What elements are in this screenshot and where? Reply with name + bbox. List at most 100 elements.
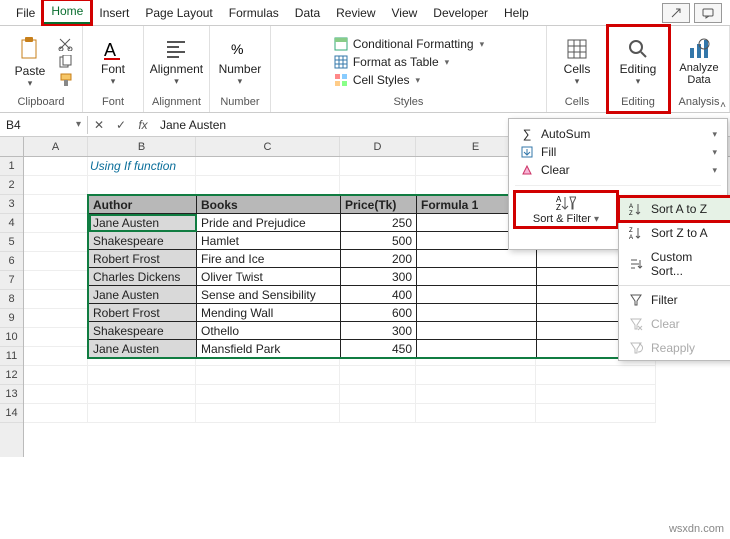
table-cell[interactable]: 200 bbox=[341, 250, 417, 268]
row-header-9[interactable]: 9 bbox=[0, 309, 23, 328]
row-header-7[interactable]: 7 bbox=[0, 271, 23, 290]
tab-home[interactable]: Home bbox=[43, 0, 91, 25]
enter-formula-button[interactable]: ✓ bbox=[110, 118, 132, 132]
row-header-12[interactable]: 12 bbox=[0, 366, 23, 385]
table-header[interactable]: Author bbox=[89, 196, 197, 214]
tab-insert[interactable]: Insert bbox=[91, 2, 137, 24]
table-cell[interactable] bbox=[417, 304, 537, 322]
tab-view[interactable]: View bbox=[384, 2, 426, 24]
number-icon: % bbox=[229, 38, 251, 60]
table-row[interactable]: Charles DickensOliver Twist300 bbox=[89, 268, 657, 286]
fill-button[interactable]: Fill▾ bbox=[515, 143, 721, 161]
table-row[interactable]: Robert FrostMending Wall600 bbox=[89, 304, 657, 322]
filter-item[interactable]: Filter bbox=[619, 288, 730, 312]
table-cell[interactable]: 500 bbox=[341, 232, 417, 250]
tab-formulas[interactable]: Formulas bbox=[221, 2, 287, 24]
row-header-2[interactable]: 2 bbox=[0, 176, 23, 195]
table-cell[interactable]: Othello bbox=[197, 322, 341, 340]
comments-button[interactable] bbox=[694, 3, 722, 23]
copy-icon[interactable] bbox=[58, 55, 74, 69]
table-row[interactable]: Robert FrostFire and Ice200 bbox=[89, 250, 657, 268]
conditional-formatting-button[interactable]: Conditional Formatting▾ bbox=[333, 36, 484, 52]
share-button[interactable] bbox=[662, 3, 690, 23]
table-cell[interactable]: Hamlet bbox=[197, 232, 341, 250]
clear-button[interactable]: Clear▾ bbox=[515, 161, 721, 179]
custom-sort-item[interactable]: Custom Sort... bbox=[619, 245, 730, 283]
table-cell[interactable]: Jane Austen bbox=[89, 286, 197, 304]
table-cell[interactable]: 300 bbox=[341, 268, 417, 286]
table-cell[interactable]: 400 bbox=[341, 286, 417, 304]
sort-filter-button[interactable]: AZ Sort & Filter ▾ bbox=[515, 192, 617, 227]
row-header-13[interactable]: 13 bbox=[0, 385, 23, 404]
cut-icon[interactable] bbox=[58, 37, 74, 51]
tab-review[interactable]: Review bbox=[328, 2, 383, 24]
sort-a-to-z-item[interactable]: AZSort A to Z bbox=[619, 197, 730, 221]
tab-page-layout[interactable]: Page Layout bbox=[137, 2, 220, 24]
table-cell[interactable]: Robert Frost bbox=[89, 304, 197, 322]
table-cell[interactable]: Jane Austen bbox=[89, 340, 197, 358]
tab-developer[interactable]: Developer bbox=[425, 2, 496, 24]
cell-styles-button[interactable]: Cell Styles▾ bbox=[333, 72, 420, 88]
table-row[interactable]: Jane AustenSense and Sensibility400 bbox=[89, 286, 657, 304]
table-cell[interactable]: Jane Austen bbox=[89, 214, 197, 232]
table-cell[interactable]: Shakespeare bbox=[89, 232, 197, 250]
select-all-corner[interactable] bbox=[0, 137, 23, 157]
tab-help[interactable]: Help bbox=[496, 2, 537, 24]
watermark: wsxdn.com bbox=[669, 523, 724, 535]
table-cell[interactable] bbox=[417, 250, 537, 268]
format-as-table-button[interactable]: Format as Table▾ bbox=[333, 54, 449, 70]
table-cell[interactable]: Mending Wall bbox=[197, 304, 341, 322]
collapse-ribbon-button[interactable]: ˄ bbox=[720, 100, 726, 111]
row-header-5[interactable]: 5 bbox=[0, 233, 23, 252]
table-cell[interactable]: Fire and Ice bbox=[197, 250, 341, 268]
editing-button[interactable]: Editing bbox=[616, 32, 660, 92]
row-header-6[interactable]: 6 bbox=[0, 252, 23, 271]
row-header-3[interactable]: 3 bbox=[0, 195, 23, 214]
tab-data[interactable]: Data bbox=[287, 2, 328, 24]
table-cell[interactable]: Mansfield Park bbox=[197, 340, 341, 358]
table-cell[interactable]: Charles Dickens bbox=[89, 268, 197, 286]
table-cell[interactable] bbox=[417, 322, 537, 340]
table-header[interactable]: Price(Tk) bbox=[341, 196, 417, 214]
table-cell[interactable]: 300 bbox=[341, 322, 417, 340]
fx-icon[interactable]: fx bbox=[132, 118, 154, 132]
analyze-data-button[interactable]: Analyze Data bbox=[677, 32, 721, 92]
paste-button[interactable]: Paste bbox=[8, 32, 52, 92]
number-button[interactable]: % Number bbox=[218, 32, 262, 92]
table-row[interactable]: Jane AustenMansfield Park450 bbox=[89, 340, 657, 358]
column-header-C[interactable]: C bbox=[196, 137, 340, 156]
sort-az-icon: AZ bbox=[629, 202, 643, 216]
autosum-button[interactable]: ∑AutoSum▾ bbox=[515, 125, 721, 143]
row-header-8[interactable]: 8 bbox=[0, 290, 23, 309]
table-cell[interactable]: 450 bbox=[341, 340, 417, 358]
table-cell[interactable] bbox=[417, 268, 537, 286]
column-header-D[interactable]: D bbox=[340, 137, 416, 156]
table-header[interactable]: Books bbox=[197, 196, 341, 214]
row-header-14[interactable]: 14 bbox=[0, 404, 23, 423]
column-header-A[interactable]: A bbox=[24, 137, 88, 156]
row-header-4[interactable]: 4 bbox=[0, 214, 23, 233]
cells-button[interactable]: Cells bbox=[555, 32, 599, 92]
table-row[interactable]: ShakespeareOthello300 bbox=[89, 322, 657, 340]
row-header-10[interactable]: 10 bbox=[0, 328, 23, 347]
row-header-11[interactable]: 11 bbox=[0, 347, 23, 366]
table-cell[interactable]: 250 bbox=[341, 214, 417, 232]
tab-file[interactable]: File bbox=[8, 2, 43, 24]
table-cell[interactable] bbox=[417, 340, 537, 358]
alignment-button[interactable]: Alignment bbox=[154, 32, 198, 92]
table-cell[interactable]: Sense and Sensibility bbox=[197, 286, 341, 304]
sort-z-to-a-item[interactable]: ZASort Z to A bbox=[619, 221, 730, 245]
font-button[interactable]: A Font bbox=[91, 32, 135, 92]
table-cell[interactable]: Oliver Twist bbox=[197, 268, 341, 286]
name-box[interactable]: B4▾ bbox=[0, 116, 88, 134]
format-painter-icon[interactable] bbox=[58, 73, 74, 87]
table-cell[interactable]: Robert Frost bbox=[89, 250, 197, 268]
table-cell[interactable]: 600 bbox=[341, 304, 417, 322]
table-cell[interactable] bbox=[417, 286, 537, 304]
row-header-1[interactable]: 1 bbox=[0, 157, 23, 176]
table-cell[interactable]: Pride and Prejudice bbox=[197, 214, 341, 232]
column-header-B[interactable]: B bbox=[88, 137, 196, 156]
table-cell[interactable]: Shakespeare bbox=[89, 322, 197, 340]
cancel-formula-button[interactable]: ✕ bbox=[88, 118, 110, 132]
svg-text:Z: Z bbox=[629, 228, 633, 234]
